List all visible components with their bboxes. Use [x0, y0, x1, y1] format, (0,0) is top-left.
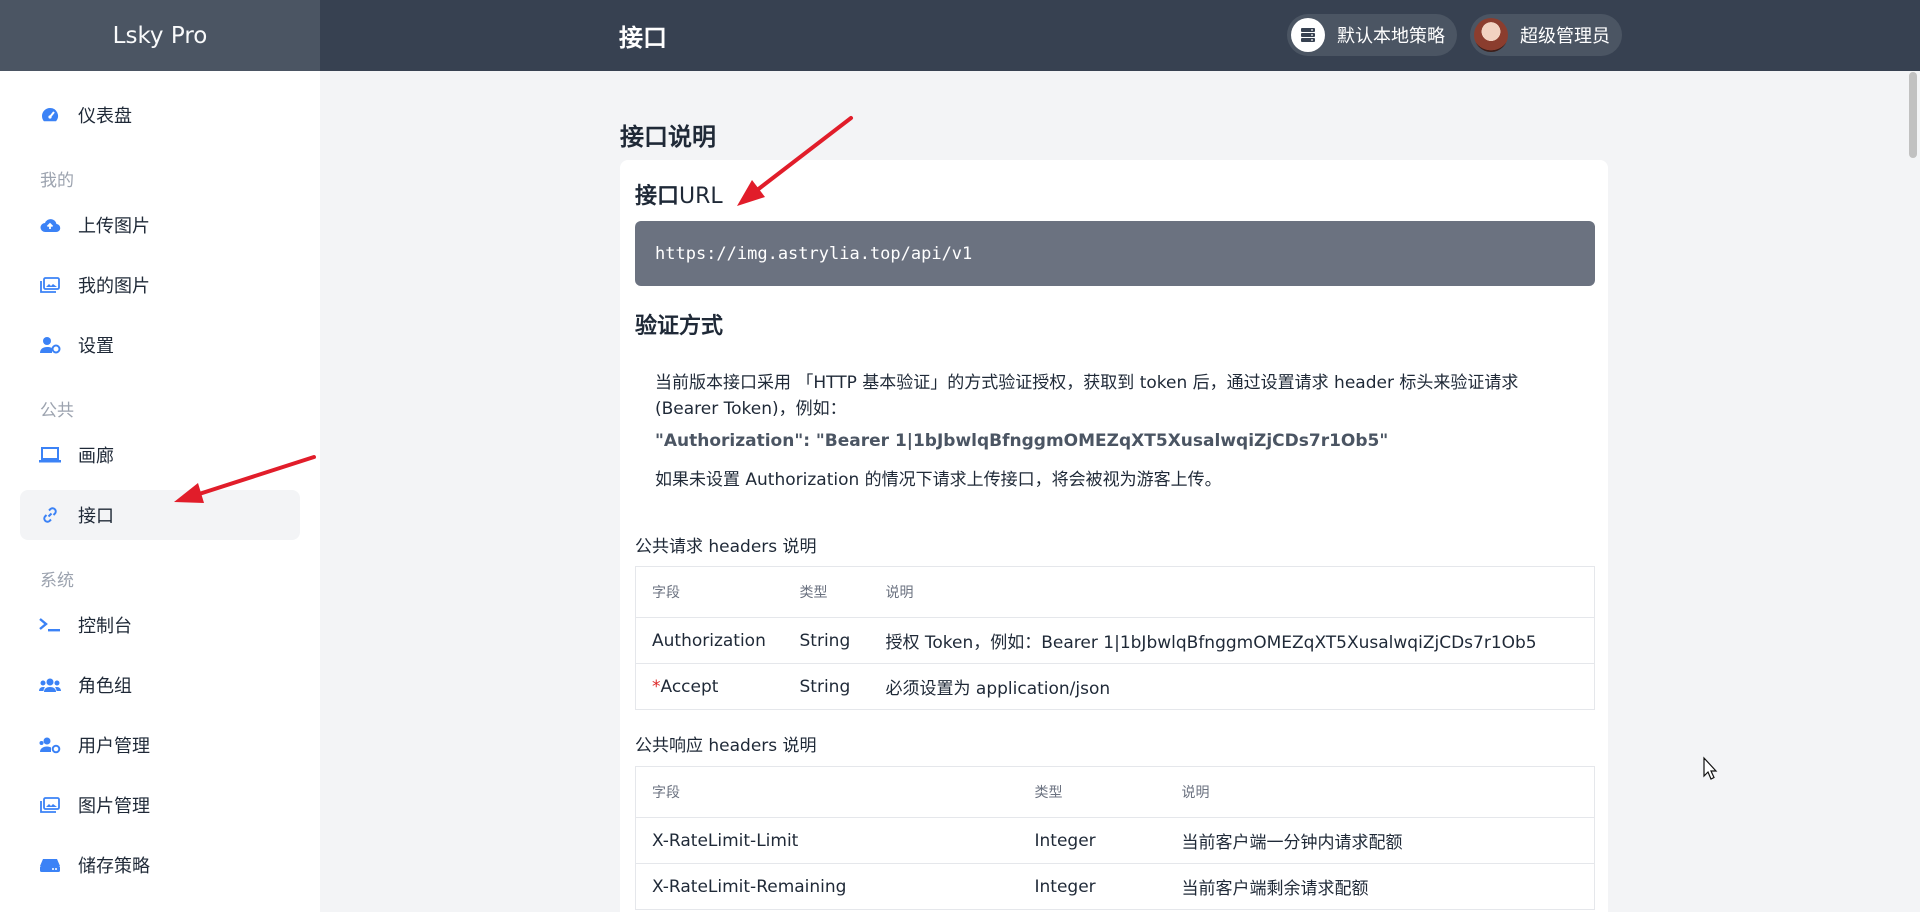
storage-strategy-button[interactable]: 默认本地策略: [1287, 14, 1457, 56]
terminal-icon: [38, 614, 62, 636]
column-header: 字段: [635, 566, 784, 618]
section-label-public: 公共: [40, 401, 74, 421]
request-headers-title: 公共请求 headers 说明: [635, 537, 817, 557]
user-settings-icon: [38, 334, 62, 356]
laptop-icon: [38, 444, 62, 466]
column-header: 说明: [1165, 766, 1595, 818]
section-heading: 接口说明: [620, 123, 716, 151]
table-row: X-RateLimit-Limit Integer 当前客户端一分钟内请求配额: [635, 817, 1595, 864]
mouse-cursor-icon: [1703, 756, 1718, 780]
column-header: 类型: [783, 566, 870, 618]
users-icon: [38, 674, 62, 696]
sidebar-item-upload[interactable]: 上传图片: [20, 200, 300, 250]
sidebar-item-label: 接口: [78, 506, 114, 527]
url-heading-bold: 接口: [635, 184, 680, 209]
server-icon: [1291, 18, 1325, 52]
response-headers-table: 字段 类型 说明 X-RateLimit-Limit Integer 当前客户端…: [635, 766, 1595, 910]
desc-cell: 必须设置为 application/json: [869, 663, 1595, 710]
column-header: 类型: [1018, 766, 1166, 818]
auth-description: 当前版本接口采用 「HTTP 基本验证」的方式验证授权，获取到 token 后，…: [655, 373, 1519, 419]
images-icon: [38, 794, 62, 816]
column-header: 字段: [635, 766, 1019, 818]
field-cell: Authorization: [635, 617, 784, 664]
sidebar-item-image-management[interactable]: 图片管理: [20, 780, 300, 830]
scrollbar-track[interactable]: [1904, 71, 1920, 912]
sidebar-item-storage[interactable]: 储存策略: [20, 840, 300, 890]
table-header-row: 字段 类型 说明: [635, 566, 1595, 618]
sidebar-item-settings[interactable]: 设置: [20, 320, 300, 370]
sidebar-item-label: 画廊: [78, 446, 114, 467]
response-headers-title: 公共响应 headers 说明: [635, 736, 817, 756]
brand-logo[interactable]: Lsky Pro: [0, 0, 320, 71]
sidebar-item-dashboard[interactable]: 仪表盘: [20, 90, 300, 140]
desc-cell: 当前客户端一分钟内请求配额: [1165, 817, 1595, 864]
sidebar-item-label: 用户管理: [78, 736, 150, 757]
sidebar-item-console[interactable]: 控制台: [20, 600, 300, 650]
table-row: *Accept String 必须设置为 application/json: [635, 663, 1595, 710]
url-heading-rest: URL: [679, 184, 723, 209]
field-cell: *Accept: [635, 663, 784, 710]
link-icon: [38, 504, 62, 526]
type-cell: Integer: [1018, 863, 1166, 910]
sidebar-item-label: 控制台: [78, 616, 132, 637]
top-bar: Lsky Pro: [0, 0, 1920, 71]
table-row: Authorization String 授权 Token，例如：Bearer …: [635, 617, 1595, 664]
type-cell: String: [783, 663, 870, 710]
type-cell: String: [783, 617, 870, 664]
strategy-label: 默认本地策略: [1337, 26, 1445, 47]
cloud-upload-icon: [38, 214, 62, 236]
page-title: 接口: [619, 24, 667, 52]
desc-cell: 授权 Token，例如：Bearer 1|1bJbwlqBfnggmOMEZqX…: [869, 617, 1595, 664]
users-cog-icon: [38, 734, 62, 756]
field-cell: X-RateLimit-Remaining: [635, 863, 1019, 910]
auth-example[interactable]: "Authorization": "Bearer 1|1bJbwlqBfnggm…: [655, 431, 1388, 451]
table-row: X-RateLimit-Remaining Integer 当前客户端剩余请求配…: [635, 863, 1595, 910]
sidebar-item-label: 图片管理: [78, 796, 150, 817]
dashboard-icon: [38, 104, 62, 126]
user-name: 超级管理员: [1520, 26, 1610, 47]
sidebar-item-label: 我的图片: [78, 276, 150, 297]
sidebar-item-roles[interactable]: 角色组: [20, 660, 300, 710]
sidebar-item-label: 角色组: [78, 676, 132, 697]
sidebar-item-api[interactable]: 接口: [20, 490, 300, 540]
table-header-row: 字段 类型 说明: [635, 766, 1595, 818]
field-cell: X-RateLimit-Limit: [635, 817, 1019, 864]
avatar: [1474, 18, 1508, 52]
sidebar-item-label: 储存策略: [78, 856, 150, 877]
auth-note: 如果未设置 Authorization 的情况下请求上传接口，将会被视为游客上传…: [655, 470, 1222, 490]
request-headers-table: 字段 类型 说明 Authorization String 授权 Token，例…: [635, 566, 1595, 710]
auth-heading: 验证方式: [635, 314, 724, 339]
type-cell: Integer: [1018, 817, 1166, 864]
required-mark: *: [652, 676, 661, 697]
scrollbar-thumb[interactable]: [1909, 72, 1917, 158]
sidebar-item-users[interactable]: 用户管理: [20, 720, 300, 770]
url-heading: 接口URL: [635, 178, 723, 210]
column-header: 说明: [869, 566, 1595, 618]
sidebar-item-my-images[interactable]: 我的图片: [20, 260, 300, 310]
user-menu-button[interactable]: 超级管理员: [1470, 14, 1622, 56]
sidebar-item-label: 设置: [78, 336, 114, 357]
sidebar-item-label: 仪表盘: [78, 106, 132, 127]
section-label-system: 系统: [40, 571, 74, 591]
section-label-mine: 我的: [40, 171, 74, 191]
sidebar-item-gallery[interactable]: 画廊: [20, 430, 300, 480]
desc-cell: 当前客户端剩余请求配额: [1165, 863, 1595, 910]
hdd-icon: [38, 854, 62, 876]
field-name: Accept: [660, 676, 719, 697]
sidebar-item-label: 上传图片: [78, 216, 150, 237]
images-icon: [38, 274, 62, 296]
api-url-code[interactable]: https://img.astrylia.top/api/v1: [635, 221, 1595, 286]
